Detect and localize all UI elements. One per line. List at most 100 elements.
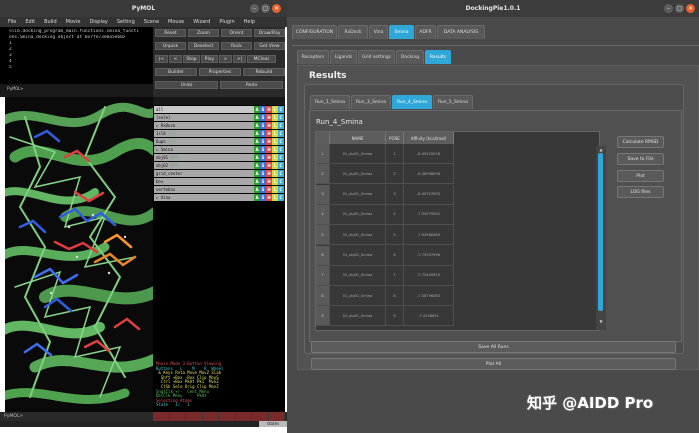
object-row[interactable]: 1sl8 1/1 A S H L C bbox=[153, 130, 285, 137]
object-name[interactable]: 1sl8 1/1 bbox=[154, 130, 254, 137]
object-row[interactable]: obj02 9/9 A S H L C bbox=[153, 162, 285, 169]
transport-button[interactable] bbox=[219, 412, 236, 421]
table-row[interactable]: 8 01_obj01_Smina 8 -7.58796083 bbox=[316, 286, 599, 307]
transport-5-button[interactable]: >| bbox=[233, 55, 246, 63]
movie-transport-bar[interactable] bbox=[153, 412, 285, 421]
menu-item-wizard[interactable]: Wizard bbox=[193, 19, 210, 25]
transport-button[interactable] bbox=[186, 412, 203, 421]
reset-button[interactable]: Reset bbox=[155, 29, 186, 37]
run-tab[interactable]: Run_3_Smina bbox=[351, 95, 391, 109]
table-row[interactable]: 6 01_obj01_Smina 6 -7.79597596 bbox=[316, 245, 599, 266]
transport-button[interactable] bbox=[235, 412, 252, 421]
object-c-button[interactable]: C bbox=[278, 130, 284, 137]
object-c-button[interactable]: C bbox=[278, 138, 284, 145]
table-row[interactable]: 1 01_obj01_Smina 1 -8.09225026 bbox=[316, 144, 599, 164]
transport-3-button[interactable]: Play bbox=[201, 55, 218, 63]
tab-data-analysis[interactable]: DATA ANALYSIS bbox=[437, 25, 485, 39]
object-name[interactable]: grid_center bbox=[154, 170, 254, 177]
object-name[interactable]: obj01 9/9 bbox=[154, 154, 254, 161]
tab-smina[interactable]: Smina bbox=[389, 25, 414, 39]
tab-configuration[interactable]: CONFIGURATION bbox=[292, 25, 337, 39]
minimize-icon[interactable]: – bbox=[250, 4, 259, 13]
menu-item-file[interactable]: File bbox=[8, 19, 16, 25]
states-button[interactable]: states bbox=[259, 421, 287, 427]
object-c-button[interactable]: C bbox=[278, 154, 284, 161]
table-row[interactable]: 2 01_obj01_Smina 2 -8.36998096 bbox=[316, 164, 599, 185]
tab-receptors[interactable]: Receptors bbox=[297, 50, 329, 64]
orient-button[interactable]: Orient bbox=[221, 29, 252, 37]
object-name[interactable]: vertebox bbox=[154, 186, 254, 193]
object-name[interactable]: box bbox=[154, 178, 254, 185]
transport-button[interactable] bbox=[169, 412, 186, 421]
tab-ligands[interactable]: Ligands bbox=[330, 50, 357, 64]
run-tab[interactable]: Run_1_Smina bbox=[310, 95, 350, 109]
transport-button[interactable] bbox=[268, 412, 285, 421]
tab-results[interactable]: Results bbox=[425, 50, 451, 64]
close-icon[interactable]: ✕ bbox=[686, 4, 695, 13]
object-c-button[interactable]: C bbox=[278, 114, 284, 121]
table-row[interactable]: 9 01_obj01_Smina 9 -7.4138051 bbox=[316, 306, 599, 327]
plot-button[interactable]: Plot bbox=[617, 170, 664, 182]
column-header[interactable]: NAME bbox=[330, 132, 386, 144]
table-row[interactable]: 3 01_obj01_Smina 3 -8.09707833 bbox=[316, 184, 599, 205]
column-header[interactable]: Affinity (kcal/mol) bbox=[404, 132, 454, 144]
deselect-button[interactable]: Deselect bbox=[188, 42, 219, 50]
unpick-button[interactable]: Unpick bbox=[155, 42, 186, 50]
object-row[interactable]: ▸ Smina ASHLC bbox=[153, 146, 285, 153]
save-all-runs-button[interactable]: Save All Runs bbox=[311, 341, 676, 353]
undo-button[interactable]: Undo bbox=[155, 81, 218, 89]
close-icon[interactable]: ✕ bbox=[272, 4, 281, 13]
object-c-button[interactable]: C bbox=[278, 146, 284, 153]
rebuild-button[interactable]: Rebuild bbox=[243, 68, 285, 76]
save-to-file-button[interactable]: Save to File bbox=[617, 153, 664, 165]
object-name[interactable]: ▸ Vina bbox=[154, 194, 254, 201]
zoom-button[interactable]: Zoom bbox=[188, 29, 219, 37]
column-header[interactable]: POSE bbox=[386, 132, 404, 144]
scroll-down-icon[interactable]: ▼ bbox=[598, 319, 604, 324]
transport-button[interactable] bbox=[153, 412, 170, 421]
tab-docking[interactable]: Docking bbox=[396, 50, 424, 64]
object-row[interactable]: 6upo 1/1 A S H L C bbox=[153, 138, 285, 145]
object-c-button[interactable]: C bbox=[278, 170, 284, 177]
object-row[interactable]: obj01 9/9 A S H L C bbox=[153, 154, 285, 161]
transport-0-button[interactable]: |< bbox=[155, 55, 168, 63]
rock-button[interactable]: Rock bbox=[221, 42, 252, 50]
object-name[interactable]: (sele) bbox=[154, 114, 254, 121]
menu-item-display[interactable]: Display bbox=[89, 19, 107, 25]
table-row[interactable]: 4 01_obj01_Smina 4 -7.93079592 bbox=[316, 204, 599, 225]
run-tab[interactable]: Run_5_Smina bbox=[433, 95, 473, 109]
object-name[interactable]: ▸ RxDock bbox=[154, 122, 254, 129]
transport-1-button[interactable]: < bbox=[169, 55, 182, 63]
redo-button[interactable]: Redo bbox=[220, 81, 283, 89]
scrollbar-thumb[interactable] bbox=[598, 153, 603, 311]
drawray-button[interactable]: Draw/Ray bbox=[254, 29, 285, 37]
menu-item-setting[interactable]: Setting bbox=[117, 19, 135, 25]
transport-2-button[interactable]: Stop bbox=[183, 55, 200, 63]
table-row[interactable]: 5 01_obj01_Smina 5 -7.93968389 bbox=[316, 225, 599, 246]
object-name[interactable]: all bbox=[154, 106, 254, 113]
object-row[interactable]: box ASHLC bbox=[153, 178, 285, 185]
transport-6-button[interactable]: MClear bbox=[247, 55, 276, 63]
builder-button[interactable]: Builder bbox=[155, 68, 197, 76]
scroll-up-icon[interactable]: ▲ bbox=[598, 147, 604, 152]
object-row[interactable]: ▸ RxDock ASHLC bbox=[153, 122, 285, 129]
properties-button[interactable]: Properties bbox=[199, 68, 241, 76]
tab-rxdock[interactable]: RxDock bbox=[338, 25, 368, 39]
tab-vina[interactable]: Vina bbox=[369, 25, 388, 39]
menu-item-build[interactable]: Build bbox=[44, 19, 57, 25]
object-name[interactable]: obj02 9/9 bbox=[154, 162, 254, 169]
tab-grid-settings[interactable]: Grid settings bbox=[358, 50, 395, 64]
table-row[interactable]: 7 01_obj01_Smina 7 -7.73449915 bbox=[316, 265, 599, 286]
object-row[interactable]: all ASHLC bbox=[153, 106, 285, 113]
log-files-button[interactable]: LOG files bbox=[617, 186, 664, 198]
object-name[interactable]: ▸ Smina bbox=[154, 146, 254, 153]
object-c-button[interactable]: C bbox=[278, 194, 284, 201]
maximize-icon[interactable]: ▢ bbox=[675, 4, 684, 13]
menu-item-movie[interactable]: Movie bbox=[66, 19, 81, 25]
object-c-button[interactable]: C bbox=[278, 106, 284, 113]
object-row[interactable]: (sele) ASHLC bbox=[153, 114, 285, 121]
menu-item-plugin[interactable]: Plugin bbox=[219, 19, 234, 25]
menu-item-edit[interactable]: Edit bbox=[25, 19, 35, 25]
maximize-icon[interactable]: ▢ bbox=[261, 4, 270, 13]
object-row[interactable]: ▸ Vina ASHLC bbox=[153, 194, 285, 201]
